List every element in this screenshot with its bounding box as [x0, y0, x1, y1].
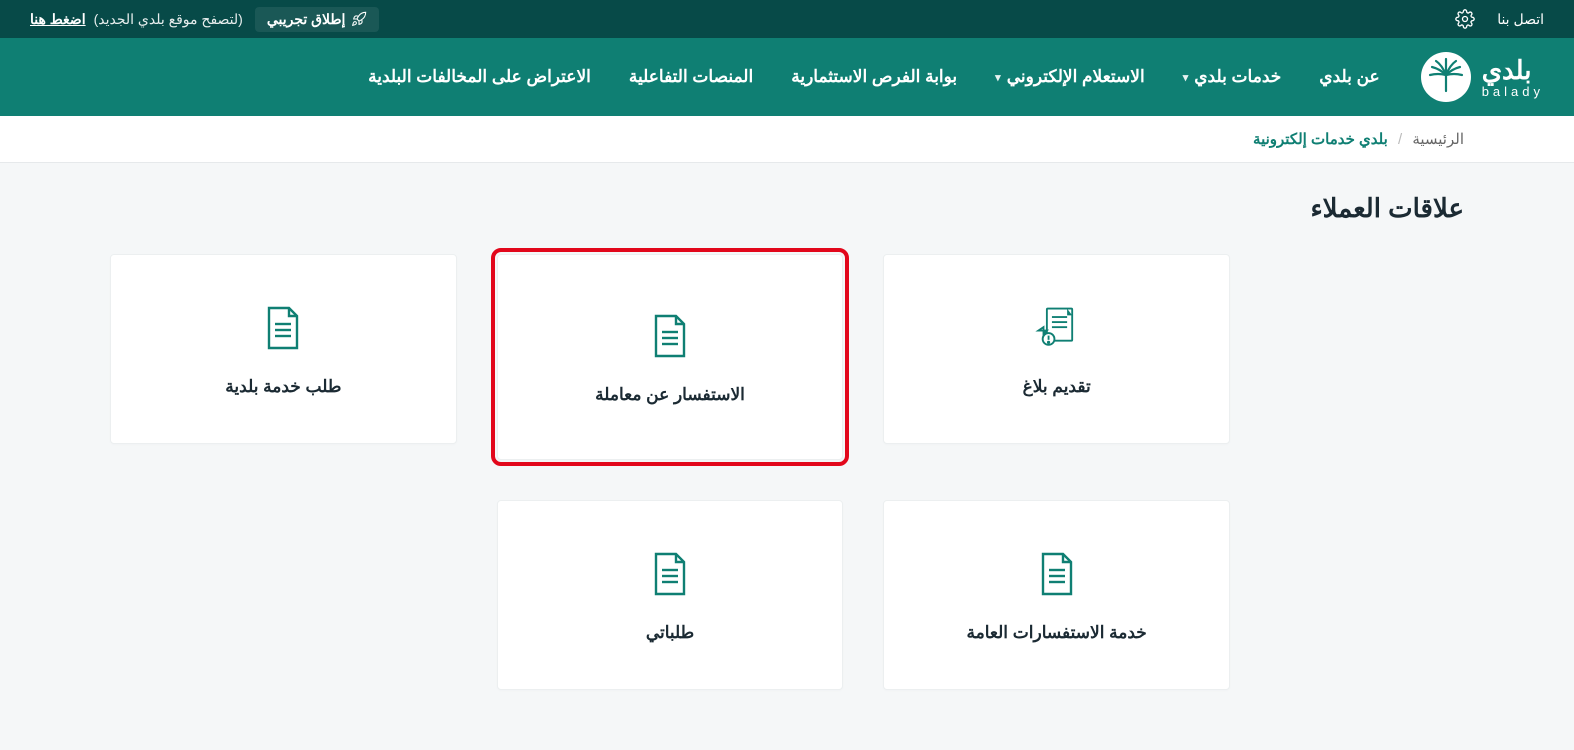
- main-nav: بلدي balady عن بلدي خدمات بلد: [0, 38, 1574, 116]
- page-title: علاقات العملاء: [110, 193, 1464, 224]
- settings-icon[interactable]: [1455, 9, 1475, 29]
- nav-services-label: خدمات بلدي: [1194, 67, 1281, 87]
- brand-name-ar: بلدي: [1482, 57, 1532, 83]
- nav-services[interactable]: خدمات بلدي ▾: [1183, 67, 1282, 87]
- card-municipal-service-request[interactable]: طلب خدمة بلدية: [110, 254, 457, 444]
- report-document-icon: [1030, 301, 1084, 355]
- brand-logo-icon: [1420, 51, 1472, 103]
- breadcrumb-separator: /: [1398, 131, 1402, 148]
- nav-invest[interactable]: بوابة الفرص الاستثمارية: [791, 67, 957, 87]
- nav-objection[interactable]: الاعتراض على المخالفات البلدية: [368, 67, 591, 87]
- card-label: تقديم بلاغ: [1023, 377, 1091, 397]
- card-submit-report[interactable]: تقديم بلاغ: [883, 254, 1230, 444]
- card-my-requests[interactable]: طلباتي: [497, 500, 844, 690]
- trial-badge-label: إطلاق تجريبي: [267, 11, 346, 28]
- top-utility-bar: اتصل بنا إطلاق تجريبي (لتصفح موقع بلدي ا…: [0, 0, 1574, 38]
- nav-about[interactable]: عن بلدي: [1319, 67, 1379, 87]
- document-icon: [643, 547, 697, 601]
- card-label: طلباتي: [646, 623, 694, 643]
- breadcrumb: الرئيسية / بلدي خدمات إلكترونية: [0, 116, 1574, 163]
- card-label: الاستفسار عن معاملة: [595, 385, 745, 405]
- content-area: علاقات العملاء تقديم بلاغ: [0, 163, 1574, 750]
- chevron-down-icon: ▾: [995, 71, 1001, 84]
- trial-cta-link[interactable]: اضغط هنا: [30, 11, 86, 28]
- trial-badge: إطلاق تجريبي: [255, 7, 380, 32]
- breadcrumb-current: بلدي خدمات إلكترونية: [1253, 131, 1388, 148]
- chevron-down-icon: ▾: [1183, 71, 1189, 84]
- cards-row-1: تقديم بلاغ الاستفسار عن معاملة: [110, 254, 1230, 460]
- document-icon: [1030, 547, 1084, 601]
- rocket-icon: [351, 11, 367, 27]
- trial-subtext: (لتصفح موقع بلدي الجديد): [94, 11, 243, 28]
- brand[interactable]: بلدي balady: [1420, 51, 1544, 103]
- contact-us-link[interactable]: اتصل بنا: [1497, 11, 1544, 28]
- nav-inquiry[interactable]: الاستعلام الإلكتروني ▾: [995, 67, 1145, 87]
- card-general-inquiries[interactable]: خدمة الاستفسارات العامة: [883, 500, 1230, 690]
- nav-platforms[interactable]: المنصات التفاعلية: [629, 67, 753, 87]
- cards-row-2: خدمة الاستفسارات العامة طلباتي: [110, 500, 1230, 690]
- breadcrumb-home[interactable]: الرئيسية: [1412, 131, 1464, 148]
- document-icon: [256, 301, 310, 355]
- document-icon: [643, 309, 697, 363]
- card-transaction-inquiry[interactable]: الاستفسار عن معاملة: [497, 254, 844, 460]
- brand-name-en: balady: [1482, 85, 1544, 98]
- nav-inquiry-label: الاستعلام الإلكتروني: [1007, 67, 1145, 87]
- card-label: طلب خدمة بلدية: [225, 377, 341, 397]
- card-label: خدمة الاستفسارات العامة: [967, 623, 1147, 643]
